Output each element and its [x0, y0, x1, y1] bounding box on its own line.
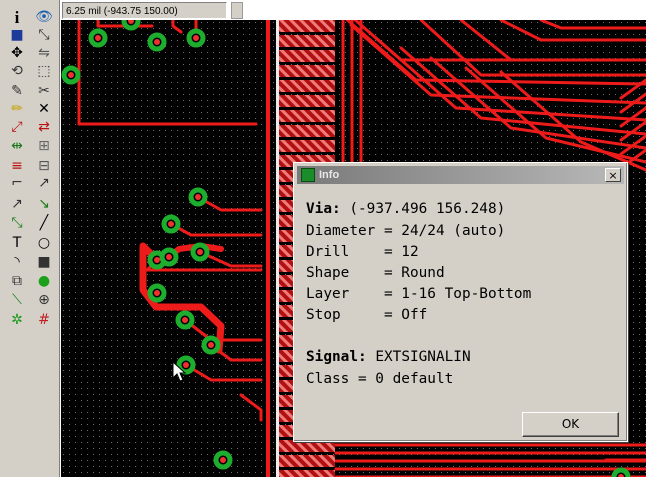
close-button[interactable]: × [605, 168, 621, 182]
mouse-pointer-icon [172, 361, 186, 382]
connector-pad [279, 80, 335, 92]
app-window: 6.25 mil (-943.75 150.00) i 👁 ■ ⤡ ✥ ⇋ ⟲ ⬚ ✎ ✂ ✏ ✕ ⤢ ⇄… [0, 0, 646, 477]
coordinate-separator [231, 2, 243, 19]
dialog-title: Info [319, 169, 340, 181]
signal-icon[interactable]: ⟍ [6, 289, 28, 311]
signal-label: Signal: [306, 349, 367, 365]
via-line: Via: (-937.496 156.248) [306, 200, 505, 218]
signal-value: EXTSIGNALIN [375, 349, 471, 365]
stop-line: Stop = Off [306, 307, 428, 323]
via-hole [168, 221, 174, 227]
smash-icon[interactable]: ⊞ [33, 135, 55, 157]
ok-button[interactable]: OK [522, 412, 619, 437]
via-hole [195, 194, 201, 200]
rotate-icon[interactable]: ⟲ [6, 60, 28, 82]
lock-icon[interactable]: ⇹ [6, 135, 28, 157]
via-coordinates: (-937.496 156.248) [349, 201, 506, 217]
command-toolbar: i 👁 ■ ⤡ ✥ ⇋ ⟲ ⬚ ✎ ✂ ✏ ✕ ⤢ ⇄ ⇹ ⊞ ≡ ⊟ ⌐ ↗ ↗ ↘ ⤡ ╱ T ○ ◝ ■ ⧉ ● ⟍ ⊕ ✲ # [0, 0, 60, 477]
group-icon[interactable]: ⬚ [33, 60, 55, 82]
connector-pad [279, 140, 335, 152]
via-hole [68, 72, 74, 78]
via-hole [193, 35, 199, 41]
dialog-titlebar[interactable]: Info × [297, 166, 624, 184]
signal-line: Signal: EXTSIGNALIN [306, 348, 471, 366]
hole-icon[interactable]: ⊕ [33, 289, 55, 311]
info-dialog: Info × Via: (-937.496 156.248) Diameter … [293, 162, 628, 442]
dialog-app-icon [301, 168, 315, 182]
connector-pad [279, 455, 335, 467]
shape-line: Shape = Round [306, 265, 445, 281]
via-hole [154, 39, 160, 45]
connector-pad [279, 95, 335, 107]
connector-outline [276, 20, 279, 477]
route-icon[interactable]: ↗ [33, 172, 55, 194]
via-hole [154, 290, 160, 296]
class-line: Class = 0 default [306, 371, 454, 387]
connector-pad [279, 50, 335, 62]
grid-icon[interactable]: # [33, 309, 55, 331]
via-label: Via: [306, 201, 341, 217]
connector-pad [279, 110, 335, 122]
via-hole [154, 257, 160, 263]
line-icon[interactable]: ╱ [33, 212, 55, 234]
drill-line: Drill = 12 [306, 244, 419, 260]
attribute-icon[interactable]: ✲ [6, 309, 28, 331]
via-hole [182, 317, 188, 323]
connector-pad [279, 125, 335, 137]
via-hole [197, 249, 203, 255]
coordinate-display: 6.25 mil (-943.75 150.00) [62, 2, 227, 19]
via-hole [220, 457, 226, 463]
via-hole [166, 254, 172, 260]
polygon-icon[interactable]: ⤡ [6, 212, 28, 234]
diameter-line: Diameter = 24/24 (auto) [306, 223, 506, 239]
coordinate-bar: 6.25 mil (-943.75 150.00) [0, 0, 646, 20]
connector-pad [279, 20, 335, 32]
connector-pad [279, 470, 335, 477]
layer-line: Layer = 1-16 Top-Bottom [306, 286, 532, 302]
via-hole [208, 342, 214, 348]
via-hole [95, 35, 101, 41]
connector-pad [279, 35, 335, 47]
miter-icon[interactable]: ⌐ [6, 172, 28, 194]
connector-pad [279, 65, 335, 77]
